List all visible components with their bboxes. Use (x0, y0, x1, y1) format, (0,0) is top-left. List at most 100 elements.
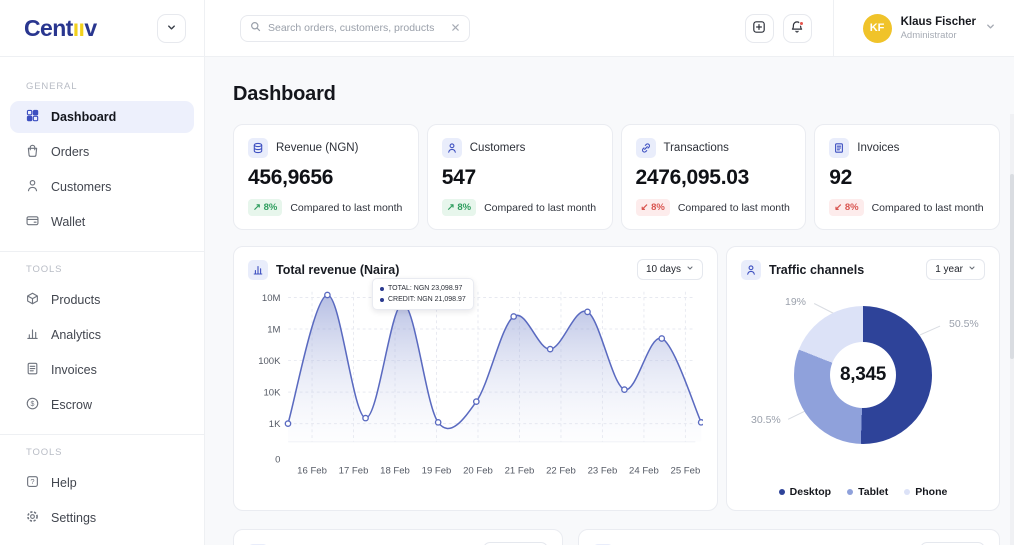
search-input-container[interactable] (240, 15, 470, 42)
donut-chart-area: 19% 50.5% 30.5% 8,345 (741, 282, 985, 482)
svg-text:17 Feb: 17 Feb (339, 465, 369, 476)
svg-text:19 Feb: 19 Feb (422, 465, 452, 476)
donut-callout-desktop: 50.5% (949, 318, 979, 330)
search-icon (250, 19, 261, 37)
trend-arrow-icon: ↙ (834, 202, 842, 213)
link-icon (636, 138, 656, 158)
centiiv-logo: Centııv (24, 15, 97, 42)
svg-text:10K: 10K (264, 387, 282, 398)
trend-pct: 8% (264, 202, 278, 213)
traffic-chart-title: Traffic channels (769, 263, 864, 277)
traffic-range-dropdown[interactable]: 1 year (926, 259, 985, 280)
escrow-dollar-icon: $ (25, 396, 40, 414)
traffic-channels-card: Traffic channels 1 year 19% 50.5% 30.5% (726, 246, 1000, 511)
box-icon (25, 291, 40, 309)
logo-accent-text: ıı (73, 15, 85, 41)
svg-text:25 Feb: 25 Feb (671, 465, 701, 476)
sidebar-item-orders[interactable]: Orders (10, 136, 194, 168)
legend-item-desktop: Desktop (779, 486, 831, 498)
sidebar-item-label: Wallet (51, 215, 85, 229)
bottom-row: Best selling products See more Latest or… (233, 529, 1000, 545)
sidebar-item-products[interactable]: Products (10, 284, 194, 316)
sidebar-item-label: Help (51, 476, 77, 490)
sidebar-item-help[interactable]: ? Help (10, 467, 194, 499)
sidebar-item-label: Products (51, 293, 100, 307)
svg-text:1K: 1K (269, 419, 281, 430)
chevron-down-icon (968, 264, 976, 275)
invoice-icon (829, 138, 849, 158)
sidebar-item-settings[interactable]: Settings (10, 502, 194, 534)
bar-chart-icon (248, 260, 268, 280)
chevron-down-icon (985, 19, 996, 37)
donut-chart[interactable]: 8,345 (794, 306, 932, 444)
stat-label: Customers (470, 142, 526, 154)
sidebar-item-label: Customers (51, 180, 111, 194)
stat-value: 456,9656 (248, 166, 404, 190)
sidebar-item-analytics[interactable]: Analytics (10, 319, 194, 351)
trend-arrow-icon: ↙ (641, 202, 649, 213)
sidebar-item-label: Invoices (51, 363, 97, 377)
stat-value: 547 (442, 166, 598, 190)
revenue-range-dropdown[interactable]: 10 days (637, 259, 703, 280)
brand-area: Centııv (0, 0, 205, 56)
stat-note: Compared to last month (290, 202, 402, 214)
gear-icon (25, 509, 40, 527)
sidebar-item-escrow[interactable]: $ Escrow (10, 389, 194, 421)
legend-label: Desktop (790, 486, 831, 498)
sidebar-collapse-button[interactable] (157, 14, 186, 43)
stats-row: Revenue (NGN) 456,9656 ↗ 8% Compared to … (233, 124, 1000, 230)
topbar-actions: KF Klaus Fischer Administrator (745, 0, 1014, 56)
sidebar-item-invoices[interactable]: Invoices (10, 354, 194, 386)
clear-search-icon[interactable] (451, 19, 460, 37)
stat-label: Transactions (664, 142, 729, 154)
trend-badge: ↗ 8% (248, 199, 282, 216)
scrollbar-track[interactable] (1010, 114, 1014, 545)
donut-callout-phone: 19% (785, 296, 806, 308)
notifications-button[interactable] (783, 14, 812, 43)
revenue-line-chart[interactable]: 16 Feb17 Feb18 Feb19 Feb20 Feb21 Feb22 F… (248, 286, 703, 482)
svg-text:20 Feb: 20 Feb (463, 465, 493, 476)
search-input[interactable] (268, 22, 444, 34)
sidebar-section-tools-2: TOOLS (26, 447, 178, 458)
svg-text:1M: 1M (267, 324, 280, 335)
trend-pct: 8% (457, 202, 471, 213)
tooltip-dot (380, 298, 384, 302)
sidebar-item-wallet[interactable]: Wallet (10, 206, 194, 238)
document-icon (25, 361, 40, 379)
trend-pct: 8% (845, 202, 859, 213)
stat-note: Compared to last month (678, 202, 790, 214)
scrollbar-thumb[interactable] (1010, 174, 1014, 359)
svg-text:18 Feb: 18 Feb (380, 465, 410, 476)
sidebar-item-dashboard[interactable]: Dashboard (10, 101, 194, 133)
help-icon: ? (25, 474, 40, 492)
donut-legend: DesktopTabletPhone (727, 486, 999, 498)
coins-icon (248, 138, 268, 158)
trend-pct: 8% (651, 202, 665, 213)
user-info: Klaus Fischer Administrator (901, 16, 976, 41)
trend-arrow-icon: ↗ (447, 202, 455, 213)
revenue-chart-card: Total revenue (Naira) 10 days TOTAL: NGN… (233, 246, 718, 511)
svg-text:10M: 10M (262, 293, 281, 304)
trend-arrow-icon: ↗ (253, 202, 261, 213)
chevron-down-icon (166, 21, 177, 36)
trend-badge: ↗ 8% (442, 199, 476, 216)
person-icon (442, 138, 462, 158)
svg-text:21 Feb: 21 Feb (505, 465, 535, 476)
sidebar-item-label: Settings (51, 511, 96, 525)
trend-badge: ↙ 8% (829, 199, 863, 216)
legend-dot (779, 489, 785, 495)
stat-value: 92 (829, 166, 985, 190)
svg-text:?: ? (30, 477, 34, 486)
quick-add-button[interactable] (745, 14, 774, 43)
donut-center-value: 8,345 (830, 342, 896, 408)
stat-card-revenue: Revenue (NGN) 456,9656 ↗ 8% Compared to … (233, 124, 419, 230)
legend-item-tablet: Tablet (847, 486, 888, 498)
page-title: Dashboard (233, 83, 1000, 106)
user-menu[interactable]: KF Klaus Fischer Administrator (843, 14, 1014, 43)
stat-value: 2476,095.03 (636, 166, 792, 190)
stat-label: Revenue (NGN) (276, 142, 358, 154)
app-window: Centııv (0, 0, 1014, 545)
sidebar-item-customers[interactable]: Customers (10, 171, 194, 203)
stat-card-transactions: Transactions 2476,095.03 ↙ 8% Compared t… (621, 124, 807, 230)
trend-badge: ↙ 8% (636, 199, 670, 216)
